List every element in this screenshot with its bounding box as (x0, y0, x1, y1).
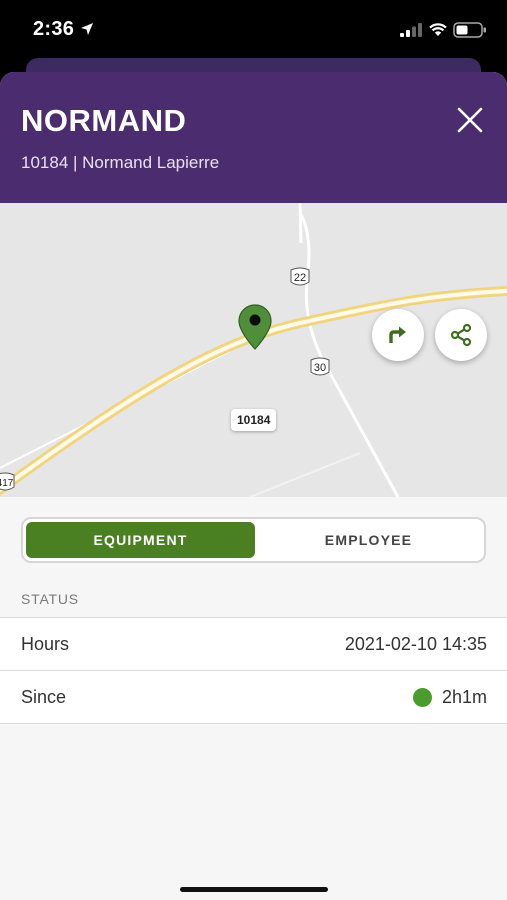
status-dot-icon (413, 688, 432, 707)
tab-equipment[interactable]: EQUIPMENT (26, 522, 255, 558)
route-417-shield: 417 (0, 472, 15, 491)
status-row-since: Since 2h1m (0, 670, 507, 724)
close-button[interactable] (452, 102, 488, 138)
hours-value: 2021-02-10 14:35 (344, 634, 487, 654)
status-section-label: STATUS (21, 591, 79, 607)
directions-button[interactable] (372, 309, 424, 361)
marker-label: 10184 (231, 409, 277, 431)
view-segmented-control: EQUIPMENT EMPLOYEE (21, 517, 486, 563)
battery-icon (453, 22, 486, 38)
status-row-hours: Hours 2021-02-10 14:35 (0, 617, 507, 670)
wifi-icon (429, 23, 447, 36)
tab-employee[interactable]: EMPLOYEE (255, 522, 482, 558)
home-indicator (180, 887, 328, 892)
since-value: 2h1m (441, 687, 487, 707)
cellular-signal-icon (400, 23, 422, 37)
svg-text:417: 417 (0, 478, 14, 489)
status-time: 2:36 (33, 18, 75, 40)
route-22-shield: 22 (290, 267, 310, 286)
svg-text:22: 22 (294, 272, 306, 284)
map-marker-icon[interactable] (238, 304, 272, 350)
close-icon (457, 107, 483, 133)
header: NORMAND 10184 | Normand Lapierre (0, 72, 507, 203)
map-roads (0, 203, 507, 497)
svg-text:30: 30 (314, 362, 326, 374)
directions-arrow-icon (389, 326, 406, 343)
route-30-shield: 30 (310, 357, 330, 376)
page-subtitle: 10184 | Normand Lapierre (21, 153, 220, 172)
share-icon (450, 323, 472, 347)
page-title: NORMAND (21, 103, 187, 138)
status-bar: 2:36 (0, 0, 507, 62)
location-arrow-icon (81, 23, 93, 35)
share-button[interactable] (435, 309, 487, 361)
since-label: Since (21, 687, 67, 707)
map-view[interactable]: 22 30 417 10184 Google (0, 203, 507, 497)
hours-label: Hours (21, 634, 70, 654)
detail-card: NORMAND 10184 | Normand Lapierre 22 30 1… (0, 72, 507, 900)
